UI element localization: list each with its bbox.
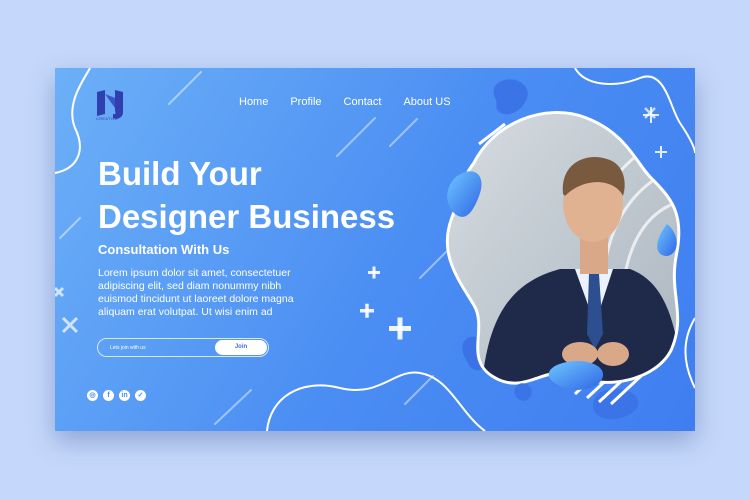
hero-body-text: Lorem ipsum dolor sit amet, consectetuer… xyxy=(98,267,294,318)
nav-contact[interactable]: Contact xyxy=(344,96,382,108)
nav-home[interactable]: Home xyxy=(239,96,268,108)
hero-subtitle: Consultation With Us xyxy=(98,242,230,257)
hero-title: Build Your Designer Business xyxy=(98,152,428,238)
linkedin-icon[interactable]: in xyxy=(119,390,130,401)
twitter-icon[interactable]: ✓ xyxy=(135,390,146,401)
hero-title-line-2: Designer Business xyxy=(98,198,396,235)
landing-card: CREATIVE Home Profile Contact About US B… xyxy=(55,68,695,431)
nav-profile[interactable]: Profile xyxy=(290,96,321,108)
join-email-input[interactable]: Lets join with us xyxy=(110,345,146,351)
brand-tagline: CREATIVE xyxy=(96,116,119,121)
hero-title-line-1: Build Your xyxy=(98,155,262,192)
join-button[interactable]: Join xyxy=(215,340,267,355)
join-form: Lets join with us Join xyxy=(97,338,269,357)
hero-photo xyxy=(445,111,681,406)
social-links: ◎ f in ✓ xyxy=(87,390,146,401)
instagram-icon[interactable]: ◎ xyxy=(87,390,98,401)
facebook-icon[interactable]: f xyxy=(103,390,114,401)
